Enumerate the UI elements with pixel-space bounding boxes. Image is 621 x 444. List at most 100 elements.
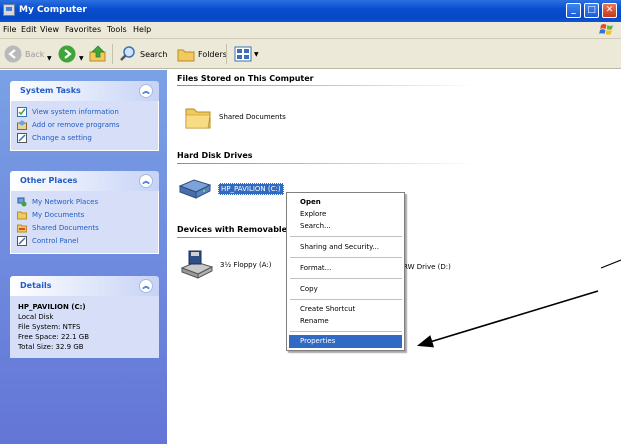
- collapse-icon[interactable]: ︽: [139, 174, 153, 188]
- title-bar[interactable]: My Computer _ □ ✕: [0, 0, 621, 22]
- task-label: Change a setting: [32, 134, 92, 142]
- details-body: HP_PAVILION (C:) Local Disk File System:…: [10, 296, 159, 358]
- menu-tools[interactable]: Tools: [107, 25, 127, 34]
- details-drive-name: HP_PAVILION (C:): [18, 303, 86, 311]
- system-tasks-header[interactable]: System Tasks ︽: [10, 81, 159, 101]
- place-my-documents[interactable]: My Documents: [17, 209, 152, 221]
- control-panel-icon: [17, 133, 27, 143]
- task-pane: System Tasks ︽ View system information A…: [0, 70, 167, 444]
- menu-search[interactable]: Search...: [300, 222, 331, 230]
- window-title: My Computer: [19, 5, 87, 15]
- menu-bar: File Edit View Favorites Tools Help: [0, 22, 621, 39]
- collapse-icon[interactable]: ︽: [139, 279, 153, 293]
- menu-edit[interactable]: Edit: [21, 25, 37, 34]
- details-total-size: Total Size: 32.9 GB: [18, 343, 84, 351]
- menu-properties-label: Properties: [300, 337, 336, 345]
- views-dropdown-icon: ▼: [254, 50, 259, 58]
- menu-copy[interactable]: Copy: [300, 285, 318, 293]
- back-label: Back: [25, 49, 45, 59]
- menu-separator: [290, 236, 402, 237]
- floppy-drive-icon: [180, 250, 214, 279]
- floppy-drive-item[interactable]: 3½ Floppy (A:): [180, 250, 271, 280]
- forward-button[interactable]: [58, 45, 76, 63]
- shared-documents-icon: [17, 224, 27, 233]
- collapse-icon[interactable]: ︽: [139, 84, 153, 98]
- forward-dropdown-icon[interactable]: ▼: [79, 49, 84, 67]
- toolbar: Back ▼ ▼ Search Folders ▼: [0, 39, 621, 69]
- task-view-system-info[interactable]: View system information: [17, 106, 152, 118]
- place-label: My Documents: [32, 211, 85, 219]
- menu-separator: [290, 331, 402, 332]
- details-drive-type: Local Disk: [18, 313, 54, 321]
- system-tasks-title: System Tasks: [20, 86, 81, 95]
- menu-help[interactable]: Help: [133, 25, 151, 34]
- details-title: Details: [20, 281, 52, 290]
- place-label: My Network Places: [32, 198, 99, 206]
- menu-sharing-security[interactable]: Sharing and Security...: [300, 243, 379, 251]
- menu-separator: [290, 257, 402, 258]
- back-dropdown-icon[interactable]: ▼: [47, 49, 52, 67]
- other-places-panel: Other Places ︽ My Network Places My Docu…: [10, 171, 159, 254]
- menu-separator: [290, 278, 402, 279]
- views-icon: [234, 46, 252, 62]
- back-button[interactable]: Back: [4, 45, 44, 63]
- cd-drive-item[interactable]: RW Drive (D:): [403, 263, 451, 271]
- task-add-remove-programs[interactable]: Add or remove programs: [17, 119, 152, 131]
- my-documents-icon: [17, 211, 27, 220]
- context-menu: Open Explore Search... Sharing and Secur…: [286, 192, 405, 351]
- place-label: Shared Documents: [32, 224, 99, 232]
- system-tasks-panel: System Tasks ︽ View system information A…: [10, 81, 159, 151]
- folders-label: Folders: [198, 49, 227, 59]
- task-label: Add or remove programs: [32, 121, 120, 129]
- item-label: 3½ Floppy (A:): [220, 261, 272, 269]
- add-remove-programs-icon: [17, 120, 27, 130]
- up-folder-button[interactable]: [88, 45, 108, 63]
- forward-arrow-icon: [58, 45, 76, 63]
- menu-explore[interactable]: Explore: [300, 210, 326, 218]
- menu-separator: [290, 299, 402, 300]
- shared-documents-item[interactable]: Shared Documents: [183, 103, 286, 131]
- folders-icon: [177, 49, 195, 62]
- folder-icon: [185, 108, 211, 129]
- hp-pavilion-drive-item[interactable]: HP_PAVILION (C:): [178, 178, 284, 200]
- control-panel-icon: [17, 236, 27, 246]
- group-files-stored: Files Stored on This Computer: [177, 74, 314, 83]
- details-file-system: File System: NTFS: [18, 323, 81, 331]
- menu-rename[interactable]: Rename: [300, 317, 329, 325]
- other-places-title: Other Places: [20, 176, 78, 185]
- menu-favorites[interactable]: Favorites: [65, 25, 101, 34]
- details-free-space: Free Space: 22.1 GB: [18, 333, 90, 341]
- task-label: View system information: [32, 108, 119, 116]
- menu-view[interactable]: View: [40, 25, 59, 34]
- menu-create-shortcut[interactable]: Create Shortcut: [300, 305, 355, 313]
- menu-format[interactable]: Format...: [300, 264, 331, 272]
- close-button[interactable]: ✕: [602, 3, 617, 18]
- group-hard-disk-drives: Hard Disk Drives: [177, 151, 253, 160]
- search-button[interactable]: Search: [119, 45, 167, 63]
- system-info-icon: [17, 107, 27, 117]
- views-button[interactable]: ▼: [234, 45, 259, 63]
- details-header[interactable]: Details ︽: [10, 276, 159, 296]
- item-label: RW Drive (D:): [403, 263, 451, 271]
- folders-button[interactable]: Folders: [177, 45, 227, 63]
- menu-open[interactable]: Open: [300, 198, 321, 206]
- place-shared-documents[interactable]: Shared Documents: [17, 222, 152, 234]
- up-folder-icon: [89, 45, 106, 62]
- system-tasks-body: View system information Add or remove pr…: [10, 101, 159, 151]
- menu-properties[interactable]: Properties: [289, 335, 402, 348]
- details-panel: Details ︽ HP_PAVILION (C:) Local Disk Fi…: [10, 276, 159, 358]
- search-label: Search: [140, 49, 168, 59]
- minimize-button[interactable]: _: [566, 3, 581, 18]
- back-arrow-icon: [4, 45, 22, 63]
- place-control-panel[interactable]: Control Panel: [17, 235, 152, 247]
- other-places-header[interactable]: Other Places ︽: [10, 171, 159, 191]
- task-change-setting[interactable]: Change a setting: [17, 132, 152, 144]
- item-label: Shared Documents: [219, 113, 286, 121]
- menu-file[interactable]: File: [3, 25, 16, 34]
- group-removable-storage: Devices with Removable: [177, 225, 288, 234]
- maximize-button[interactable]: □: [584, 3, 599, 18]
- place-my-network-places[interactable]: My Network Places: [17, 196, 152, 208]
- other-places-body: My Network Places My Documents Shared Do…: [10, 191, 159, 254]
- item-label: HP_PAVILION (C:): [218, 183, 284, 195]
- my-computer-icon: [3, 4, 15, 16]
